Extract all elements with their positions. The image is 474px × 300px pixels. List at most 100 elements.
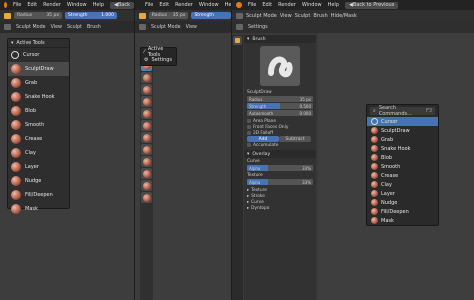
toolbar-smooth[interactable] [141,108,152,119]
tool-row-snake-hook[interactable]: Snake Hook [8,90,69,104]
radius-field[interactable]: Radius 35 px [14,12,62,19]
menu-sculpt[interactable]: Sculpt [67,25,82,30]
tab-tool[interactable] [233,36,242,45]
radius-field[interactable]: Radius 35 px [148,12,189,19]
tool-row-clay[interactable]: Clay [8,146,69,160]
tool-row-sculptdraw[interactable]: SculptDraw [8,62,69,76]
blender-logo-icon[interactable] [4,2,7,8]
menu-view[interactable]: View [186,25,197,30]
add-button[interactable]: Add [247,136,279,142]
menu-file[interactable]: File [13,2,21,8]
menu-brush[interactable]: Brush [313,13,327,19]
menu-edit[interactable]: Edit [159,2,169,8]
search-item-clay[interactable]: Clay [367,180,438,189]
back-to-previous-button[interactable]: ◀ Back to Previous [345,1,399,9]
tool-row-layer[interactable]: Layer [8,160,69,174]
dyntopo-subsection[interactable]: ▸ Dyntopo [244,205,316,211]
autosmooth-slider[interactable]: Autosmooth 0.000 [247,110,313,116]
menu-window[interactable]: Window [199,2,219,8]
search-item-sculptdraw[interactable]: SculptDraw [367,126,438,135]
editor-type-icon[interactable] [236,12,243,19]
search-item-blob[interactable]: Blob [367,153,438,162]
overlay-section-header[interactable]: ▾ Overlay [244,150,316,158]
search-item-grab[interactable]: Grab [367,135,438,144]
search-item-nudge[interactable]: Nudge [367,198,438,207]
tool-label: Mask [25,206,38,212]
tool-row-smooth[interactable]: Smooth [8,118,69,132]
active-tools-header[interactable]: ▾ Active Tools [8,39,69,48]
menu-render[interactable]: Render [278,2,296,8]
menu-view[interactable]: View [280,13,292,19]
mode-selector[interactable]: Sculpt Mode [246,13,277,19]
search-commands-menu: ⌕ Search Commands... F3 Cursor SculptDra… [366,104,439,226]
search-item-mask[interactable]: Mask [367,216,438,225]
menu-file[interactable]: File [145,2,153,8]
texture-alpha-slider[interactable]: Alpha 33% [247,179,313,185]
menu-edit[interactable]: Edit [262,2,272,8]
search-item-cursor[interactable]: Cursor [367,117,438,126]
radius-slider[interactable]: Radius 35 px [247,96,313,102]
editor-type-icon[interactable] [4,24,11,30]
toolbar-layer[interactable] [141,144,152,155]
search-input[interactable]: ⌕ Search Commands... F3 [370,105,435,117]
menu-help[interactable]: Help [225,2,231,8]
strength-field[interactable]: Strength [191,12,231,19]
properties-editor-icon[interactable] [236,24,243,30]
subtract-button[interactable]: Subtract [279,136,311,142]
menu-item-active-tools[interactable]: ⁄ Active Tools [141,46,176,58]
search-item-label: Layer [381,190,395,197]
blender-logo-icon[interactable] [236,2,242,8]
search-item-snake-hook[interactable]: Snake Hook [367,144,438,153]
strength-field[interactable]: Strength 1.000 [65,12,117,19]
curve-alpha-slider[interactable]: Alpha 33% [247,165,313,171]
accumulate-checkbox[interactable]: Accumulate [244,142,316,148]
tool-row-grab[interactable]: Grab [8,76,69,90]
toolbar-snake-hook[interactable] [141,84,152,95]
menu-help[interactable]: Help [328,2,339,8]
toolbar-grab[interactable] [141,72,152,83]
search-item-crease[interactable]: Crease [367,171,438,180]
search-item-layer[interactable]: Layer [367,189,438,198]
tool-row-crease[interactable]: Crease [8,132,69,146]
toolbar-nudge[interactable] [141,156,152,167]
toolbar-clay[interactable] [141,132,152,143]
tool-row-cursor[interactable]: Cursor [8,48,69,62]
mode-selector[interactable]: Sculpt Mode [16,25,46,30]
menu-edit[interactable]: Edit [27,2,37,8]
search-item-smooth[interactable]: Smooth [367,162,438,171]
menu-item-settings[interactable]: ⚙ Settings [141,56,176,64]
menu-view[interactable]: View [51,25,62,30]
brush-icon[interactable] [4,12,11,19]
brush-icon[interactable] [139,12,146,19]
back-button[interactable]: ◀ Back [110,1,134,9]
brush-section-header[interactable]: ▾ Brush [244,35,316,43]
toolbar-crease[interactable] [141,120,152,131]
tool-row-fill-deepen[interactable]: Fill/Deepen [8,188,69,202]
menu-brush[interactable]: Brush [87,25,101,30]
menu-help[interactable]: Help [93,2,104,8]
tool-label: Blob [25,108,37,114]
search-item-fill-deepen[interactable]: Fill/Deepen [367,207,438,216]
menu-render[interactable]: Render [43,2,61,8]
editor-type-icon[interactable] [139,24,146,30]
top-menubar: File Edit Render Window Help ◀ Back [0,0,134,10]
toolbar-extra[interactable] [141,192,152,203]
toolbar-mask[interactable] [141,180,152,191]
brush-name-row[interactable]: SculptDraw [244,89,316,95]
subsection-label: Texture [251,187,267,193]
mode-selector[interactable]: Sculpt Mode [151,25,181,30]
menu-window[interactable]: Window [67,2,87,8]
menu-render[interactable]: Render [175,2,193,8]
menu-hide-mask[interactable]: Hide/Mask [331,13,357,19]
menu-sculpt[interactable]: Sculpt [295,13,311,19]
tool-row-blob[interactable]: Blob [8,104,69,118]
brush-preview[interactable] [260,46,300,86]
menu-file[interactable]: File [248,2,256,8]
strength-slider[interactable]: Strength 0.500 [247,103,313,109]
toolbar-blob[interactable] [141,96,152,107]
toolbar-fill-deepen[interactable] [141,168,152,179]
tool-row-nudge[interactable]: Nudge [8,174,69,188]
fill-deepen-icon [142,169,151,178]
tool-row-mask[interactable]: Mask [8,202,69,216]
menu-window[interactable]: Window [302,2,322,8]
